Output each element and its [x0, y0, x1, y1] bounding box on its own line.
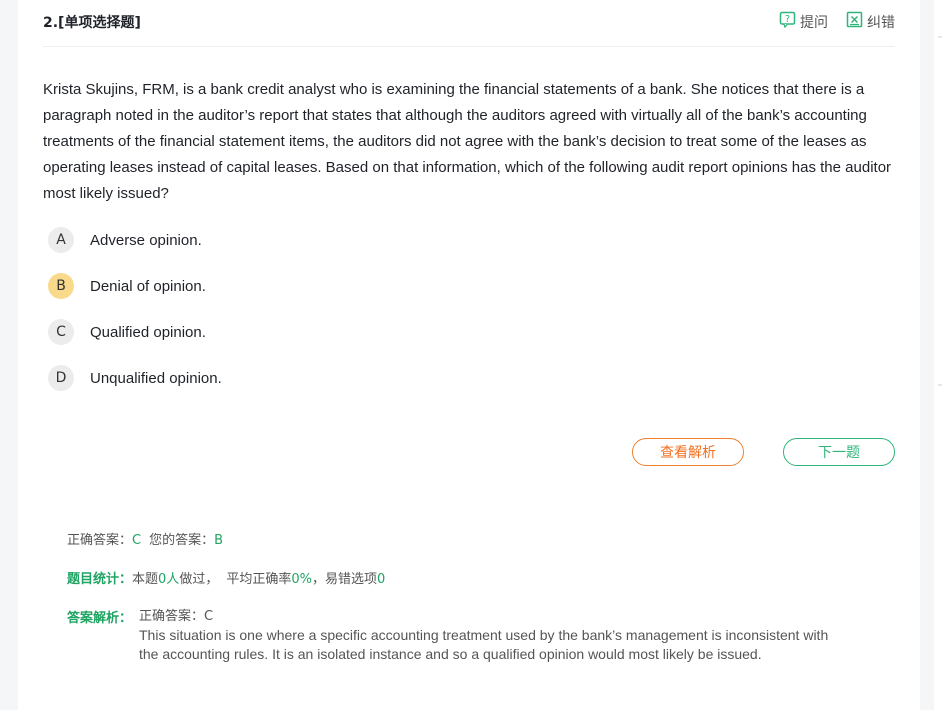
option-text: Adverse opinion.: [90, 231, 202, 249]
option-text: Unqualified opinion.: [90, 369, 222, 387]
stats-error-label: ，易错选项: [311, 572, 377, 587]
ask-label: 提问: [800, 14, 828, 31]
header-divider: [43, 46, 895, 47]
explanation-answer: 正确答案：C: [139, 609, 214, 624]
option-c[interactable]: C Qualified opinion.: [48, 318, 448, 346]
question-type-header: 2.[单项选择题]: [43, 15, 141, 31]
question-stem: Krista Skujins, FRM, is a bank credit an…: [43, 81, 892, 202]
error-report-icon: [846, 11, 863, 32]
stats-error-option: 0: [376, 572, 386, 587]
question-tools: ? 提问 纠错: [779, 11, 895, 32]
your-answer-label: 您的答案：: [149, 533, 215, 548]
view-analysis-button[interactable]: 查看解析: [632, 438, 744, 466]
explanation-body: 正确答案：C This situation is one where a spe…: [139, 607, 839, 664]
option-text: Qualified opinion.: [90, 323, 206, 341]
stats-mid: 做过，: [179, 572, 219, 587]
stats-label: 题目统计：: [67, 572, 133, 587]
option-letter: C: [48, 319, 74, 345]
report-label: 纠错: [867, 14, 895, 31]
option-d[interactable]: D Unqualified opinion.: [48, 364, 448, 392]
stats-count: 0人: [158, 572, 180, 587]
svg-text:?: ?: [785, 14, 790, 25]
answer-summary: 正确答案：C 您的答案：B: [67, 529, 223, 548]
stats-rate-label: 平均正确率: [226, 572, 292, 587]
explanation-label: 答案解析：: [67, 611, 133, 626]
option-letter: A: [48, 227, 74, 253]
next-question-button[interactable]: 下一题: [783, 438, 895, 466]
ask-button[interactable]: ? 提问: [779, 11, 828, 32]
right-panel-edge: [934, 0, 946, 710]
question-bubble-icon: ?: [779, 11, 796, 32]
report-error-button[interactable]: 纠错: [846, 11, 895, 32]
question-card: 2.[单项选择题] ? 提问 纠错 Krista Skujins, FRM, i…: [18, 0, 920, 710]
option-a[interactable]: A Adverse opinion.: [48, 226, 448, 254]
stats-prefix: 本题: [132, 572, 159, 587]
option-text: Denial of opinion.: [90, 277, 206, 295]
correct-answer-value: C: [132, 533, 142, 548]
explanation-text: This situation is one where a specific a…: [139, 627, 829, 662]
correct-answer-label: 正确答案：: [67, 533, 133, 548]
your-answer-value: B: [214, 533, 224, 548]
question-stats: 题目统计：本题0人做过， 平均正确率0%，易错选项0: [67, 568, 385, 587]
option-letter-selected: B: [48, 273, 74, 299]
option-b[interactable]: B Denial of opinion.: [48, 272, 448, 300]
option-letter: D: [48, 365, 74, 391]
stats-rate: 0%: [291, 572, 312, 587]
